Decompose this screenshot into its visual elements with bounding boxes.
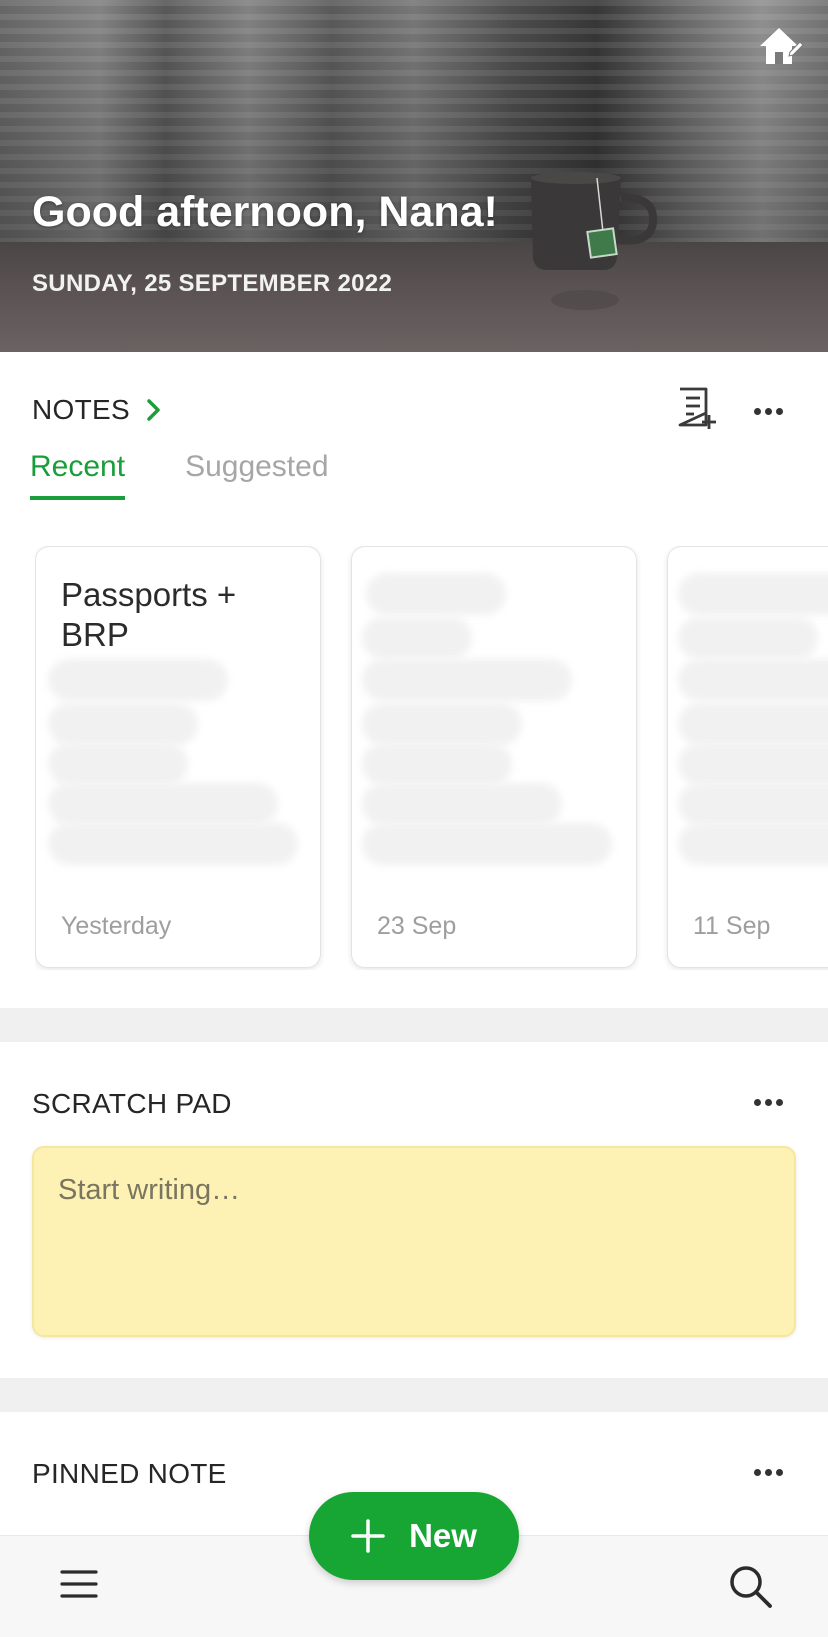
new-note-icon[interactable] [676, 385, 720, 431]
pinned-note-title: PINNED NOTE [32, 1458, 227, 1489]
redacted-text [366, 573, 506, 615]
section-divider [0, 1008, 828, 1042]
redacted-text [678, 743, 828, 785]
note-card[interactable]: Passports + BRP Yesterday [35, 546, 321, 968]
tab-suggested[interactable]: Suggested [185, 450, 328, 500]
recent-notes-carousel: Passports + BRP Yesterday 23 Sep 11 Sep [35, 546, 828, 970]
note-card-date: 23 Sep [377, 912, 457, 940]
redacted-text [48, 743, 188, 785]
notes-header-link[interactable]: NOTES [32, 394, 164, 426]
redacted-text [362, 783, 562, 825]
notes-section-title: NOTES [32, 394, 130, 425]
tab-recent[interactable]: Recent [30, 450, 126, 500]
redacted-text [678, 783, 828, 825]
mug-image [531, 172, 658, 310]
redacted-text [678, 703, 828, 745]
redacted-text [362, 743, 512, 785]
redacted-text [48, 659, 228, 701]
scratch-pad-title: SCRATCH PAD [32, 1088, 232, 1119]
redacted-text [362, 703, 522, 745]
search-icon[interactable] [726, 1562, 774, 1610]
menu-icon[interactable] [60, 1568, 98, 1600]
plus-icon [351, 1519, 385, 1553]
note-card-date: Yesterday [61, 912, 172, 940]
note-card[interactable]: 11 Sep [667, 546, 828, 968]
note-card-date: 11 Sep [693, 912, 771, 940]
redacted-text [362, 823, 612, 865]
redacted-text [48, 823, 298, 865]
redacted-text [678, 573, 828, 615]
scratch-pad-more-icon[interactable] [752, 1093, 792, 1113]
note-card-title: Passports + BRP [61, 576, 237, 653]
new-note-button[interactable]: New [309, 1492, 519, 1580]
redacted-text [678, 823, 828, 865]
redacted-text [678, 617, 818, 659]
scratch-pad-input[interactable]: Start writing… [32, 1146, 796, 1337]
redacted-text [678, 659, 828, 701]
redacted-text [48, 703, 198, 745]
note-card[interactable]: 23 Sep [351, 546, 637, 968]
redacted-text [362, 617, 472, 659]
pinned-note-more-icon[interactable] [752, 1463, 792, 1483]
home-edit-icon[interactable] [754, 22, 804, 70]
notes-tabs: Recent Suggested [30, 450, 389, 500]
redacted-text [48, 783, 278, 825]
chevron-right-icon [147, 399, 160, 421]
greeting: Good afternoon, Nana! [32, 188, 498, 236]
current-date: SUNDAY, 25 SEPTEMBER 2022 [32, 270, 393, 297]
scratch-pad-placeholder: Start writing… [58, 1174, 241, 1206]
redacted-text [362, 659, 572, 701]
new-note-button-label: New [409, 1517, 477, 1554]
section-divider [0, 1378, 828, 1412]
notes-more-icon[interactable] [752, 402, 792, 422]
header-banner: Good afternoon, Nana! SUNDAY, 25 SEPTEMB… [0, 0, 828, 352]
